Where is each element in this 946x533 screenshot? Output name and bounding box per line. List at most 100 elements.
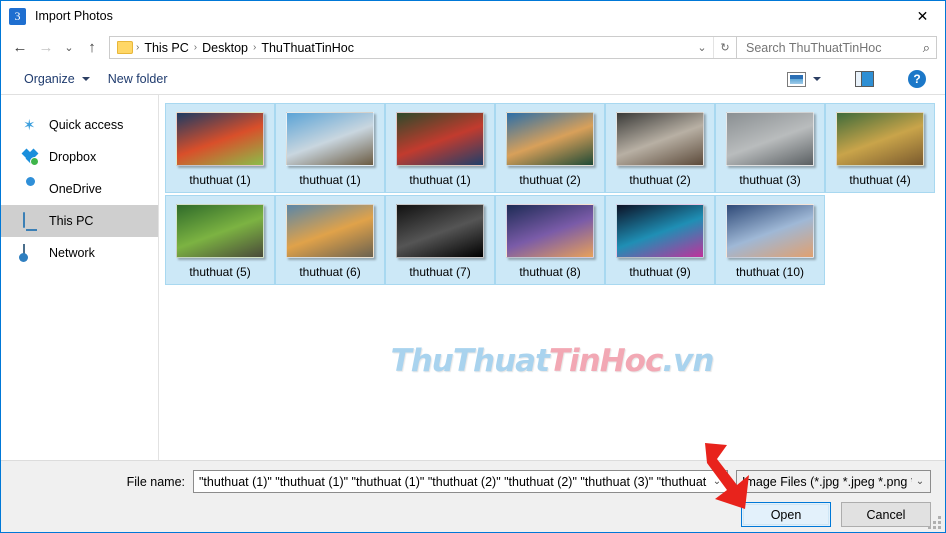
file-label: thuthuat (1) <box>299 173 361 187</box>
file-label: thuthuat (2) <box>629 173 691 187</box>
computer-icon <box>23 211 40 230</box>
view-icon <box>787 71 806 87</box>
file-tile[interactable]: thuthuat (3) <box>715 103 825 193</box>
back-button[interactable]: ← <box>7 35 33 61</box>
title-bar: 3 Import Photos ✕ <box>1 1 945 31</box>
file-label: thuthuat (4) <box>849 173 911 187</box>
file-tile[interactable]: thuthuat (7) <box>385 195 495 285</box>
recent-locations-icon[interactable]: ⌄ <box>59 35 79 61</box>
command-bar: Organize New folder ? <box>1 64 945 95</box>
chevron-down-icon[interactable]: ⌄ <box>709 476 725 487</box>
file-thumbnail <box>726 112 814 166</box>
sidebar-item-network[interactable]: Network <box>1 237 158 269</box>
sidebar-item-label: This PC <box>49 214 94 228</box>
navigation-bar: ← → ⌄ ↑ › This PC › Desktop › ThuThuatTi… <box>1 31 945 64</box>
file-open-dialog: 3 Import Photos ✕ ← → ⌄ ↑ › This PC › De… <box>0 0 946 533</box>
breadcrumb-item-this-pc[interactable]: This PC <box>140 41 192 55</box>
file-thumbnail <box>506 204 594 258</box>
sidebar-item-label: OneDrive <box>49 182 102 196</box>
file-thumbnail <box>176 112 264 166</box>
folder-icon <box>117 41 133 54</box>
preview-pane-button[interactable] <box>846 68 883 91</box>
file-label: thuthuat (8) <box>519 265 581 279</box>
file-label: thuthuat (6) <box>299 265 361 279</box>
new-folder-button[interactable]: New folder <box>99 68 177 91</box>
window-title: Import Photos <box>35 9 113 23</box>
sidebar-item-label: Dropbox <box>49 150 97 164</box>
file-tile[interactable]: thuthuat (10) <box>715 195 825 285</box>
file-thumbnail <box>506 112 594 166</box>
dropbox-icon <box>21 148 40 166</box>
resize-grip[interactable] <box>928 516 941 529</box>
preview-pane-icon <box>855 71 874 87</box>
file-tile[interactable]: thuthuat (9) <box>605 195 715 285</box>
navigation-sidebar: ✶ Quick access Dropbox OneDrive This PC … <box>1 95 159 460</box>
file-type-dropdown[interactable]: Image Files (*.jpg *.jpeg *.png * ⌄ <box>736 470 931 493</box>
search-input[interactable] <box>746 40 923 55</box>
file-label: thuthuat (10) <box>735 265 805 279</box>
chevron-down-icon[interactable]: ⌄ <box>912 476 928 487</box>
file-tile[interactable]: thuthuat (1) <box>275 103 385 193</box>
dialog-body: ✶ Quick access Dropbox OneDrive This PC … <box>1 95 945 460</box>
breadcrumb-item-desktop[interactable]: Desktop <box>198 41 252 55</box>
file-thumbnail <box>616 112 704 166</box>
up-button[interactable]: ↑ <box>79 35 105 61</box>
file-label: thuthuat (1) <box>409 173 471 187</box>
file-thumbnail <box>726 204 814 258</box>
file-name-value: "thuthuat (1)" "thuthuat (1)" "thuthuat … <box>199 474 709 489</box>
search-box[interactable]: ⌕ <box>737 36 937 59</box>
change-view-button[interactable] <box>778 68 830 91</box>
file-thumbnail <box>836 112 924 166</box>
file-tile[interactable]: thuthuat (1) <box>165 103 275 193</box>
new-folder-label: New folder <box>107 72 168 86</box>
file-label: thuthuat (5) <box>189 265 251 279</box>
file-thumbnail <box>396 112 484 166</box>
address-bar[interactable]: › This PC › Desktop › ThuThuatTinHoc ⌄ ↻ <box>109 36 737 59</box>
watermark-part-1: ThuThuat <box>390 343 550 379</box>
organize-button[interactable]: Organize <box>15 68 99 91</box>
file-thumbnail <box>286 204 374 258</box>
cancel-button[interactable]: Cancel <box>841 502 931 527</box>
watermark: ThuThuatTinHoc.vn <box>390 343 715 379</box>
file-label: thuthuat (1) <box>189 173 251 187</box>
help-button[interactable]: ? <box>899 68 935 91</box>
cloud-icon <box>23 181 40 198</box>
button-row: Open Cancel <box>1 502 931 527</box>
forward-button[interactable]: → <box>33 35 59 61</box>
help-icon: ? <box>908 70 926 88</box>
file-thumbnail <box>176 204 264 258</box>
star-icon: ✶ <box>23 116 36 134</box>
search-icon: ⌕ <box>922 39 930 55</box>
file-name-row: File name: "thuthuat (1)" "thuthuat (1)"… <box>1 470 931 493</box>
sidebar-item-quick-access[interactable]: ✶ Quick access <box>1 109 158 141</box>
sidebar-item-label: Quick access <box>49 118 124 132</box>
file-tile[interactable]: thuthuat (2) <box>605 103 715 193</box>
open-button[interactable]: Open <box>741 502 831 527</box>
sidebar-item-this-pc[interactable]: This PC <box>1 205 158 237</box>
file-tile[interactable]: thuthuat (5) <box>165 195 275 285</box>
network-icon <box>23 243 40 262</box>
chevron-down-icon <box>81 77 90 81</box>
file-list-area[interactable]: thuthuat (1) thuthuat (1) thuthuat (1) thut… <box>159 95 945 460</box>
sidebar-item-dropbox[interactable]: Dropbox <box>1 141 158 173</box>
file-tile[interactable]: thuthuat (1) <box>385 103 495 193</box>
file-label: thuthuat (2) <box>519 173 581 187</box>
file-thumbnail <box>396 204 484 258</box>
app-icon: 3 <box>9 7 26 25</box>
file-tile[interactable]: thuthuat (8) <box>495 195 605 285</box>
watermark-part-3: .vn <box>662 343 714 379</box>
close-icon[interactable]: ✕ <box>900 2 945 31</box>
file-tile[interactable]: thuthuat (6) <box>275 195 385 285</box>
sidebar-item-onedrive[interactable]: OneDrive <box>1 173 158 205</box>
refresh-icon[interactable]: ↻ <box>714 37 736 58</box>
organize-label: Organize <box>24 72 75 86</box>
breadcrumb-item-thuthuattinhoc[interactable]: ThuThuatTinHoc <box>257 41 358 55</box>
file-tile[interactable]: thuthuat (2) <box>495 103 605 193</box>
file-label: thuthuat (7) <box>409 265 471 279</box>
chevron-down-icon[interactable]: ⌄ <box>691 37 713 58</box>
file-thumbnail <box>286 112 374 166</box>
file-name-input[interactable]: "thuthuat (1)" "thuthuat (1)" "thuthuat … <box>193 470 728 493</box>
file-tile[interactable]: thuthuat (4) <box>825 103 935 193</box>
chevron-down-icon <box>813 77 821 81</box>
file-thumbnail <box>616 204 704 258</box>
